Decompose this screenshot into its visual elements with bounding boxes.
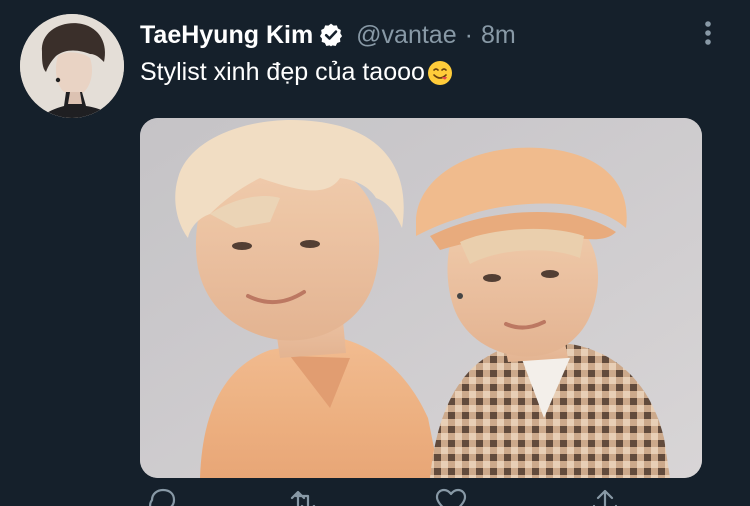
tweet-actions: [140, 488, 700, 506]
tweet[interactable]: TaeHyung Kim @vantae · 8m Stylist xinh đ…: [0, 0, 750, 506]
reply-icon[interactable]: [144, 488, 178, 506]
tweet-text: Stylist xinh đẹp của taooo: [140, 58, 453, 87]
separator: ·: [464, 20, 473, 49]
like-icon[interactable]: [434, 488, 468, 506]
display-name[interactable]: TaeHyung Kim: [140, 21, 313, 50]
avatar[interactable]: [20, 14, 124, 118]
tweet-photo[interactable]: [140, 118, 702, 478]
share-icon[interactable]: [588, 488, 622, 506]
yum-face-emoji-icon: [427, 60, 453, 86]
handle[interactable]: @vantae: [356, 21, 456, 50]
tweet-text-content: Stylist xinh đẹp của taooo: [140, 58, 425, 86]
timestamp[interactable]: 8m: [481, 21, 516, 50]
more-vertical-icon[interactable]: [700, 20, 716, 46]
verified-badge-icon: [318, 22, 344, 48]
retweet-icon[interactable]: [286, 488, 320, 506]
tweet-header: TaeHyung Kim @vantae · 8m: [140, 18, 516, 52]
